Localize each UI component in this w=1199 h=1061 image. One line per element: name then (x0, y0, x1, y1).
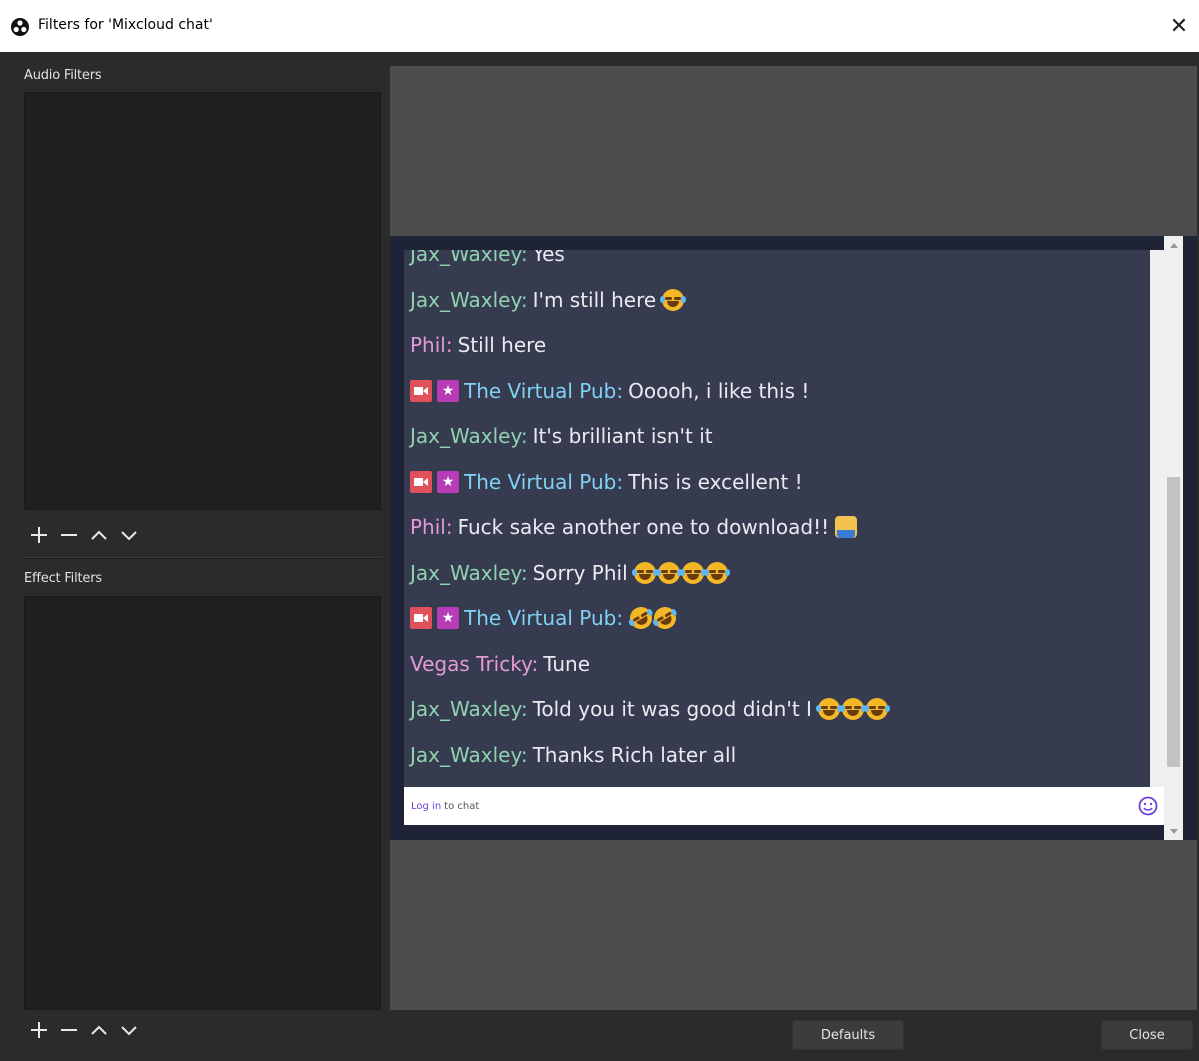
chat-username[interactable]: Jax_Waxley: (410, 424, 528, 448)
chat-message: Jax_Waxley: Thanks Rich later all (410, 737, 736, 773)
window-title: Filters for 'Mixcloud chat' (38, 17, 213, 33)
effect-filters-toolbar (24, 1013, 144, 1047)
chat-message-text: Sorry Phil (532, 560, 628, 585)
chat-message: ★ The Virtual Pub: Ooooh, i like this ! (410, 373, 809, 409)
tears-of-joy-emoji-icon (815, 698, 842, 720)
star-icon: ★ (437, 607, 459, 629)
browser-source-frame: Jax_Waxley: Yes Jax_Waxley: I'm still here P… (390, 236, 1197, 840)
rolling-laughing-emoji-icon (650, 602, 681, 634)
chat-username[interactable]: Vegas Tricky: (410, 652, 538, 676)
effect-filters-label: Effect Filters (24, 571, 102, 586)
chat-username[interactable]: Jax_Waxley: (410, 561, 528, 585)
plus-icon (31, 1022, 47, 1038)
move-down-audio-filter-button[interactable] (114, 520, 144, 550)
minus-icon (61, 534, 77, 536)
login-hint-text: to chat (444, 800, 480, 812)
add-audio-filter-button[interactable] (24, 520, 54, 550)
tears-of-joy-emoji-icon (655, 561, 682, 584)
chat-message-text: Tune (543, 651, 591, 676)
title-bar: Filters for 'Mixcloud chat' ✕ (0, 0, 1199, 52)
add-effect-filter-button[interactable] (24, 1015, 54, 1045)
chat-message-text: Yes (532, 250, 565, 266)
chat-username[interactable]: The Virtual Pub: (464, 379, 623, 403)
remove-audio-filter-button[interactable] (54, 520, 84, 550)
chat-message: ★ The Virtual Pub: This is excellent ! (410, 464, 803, 500)
chat-message: Phil: Fuck sake another one to download!! (410, 509, 858, 545)
chat-username[interactable]: Jax_Waxley: (410, 697, 528, 721)
window-close-icon[interactable]: ✕ (1165, 12, 1193, 40)
audio-filters-toolbar (24, 518, 144, 552)
move-up-audio-filter-button[interactable] (84, 520, 114, 550)
star-icon: ★ (437, 470, 459, 493)
chevron-down-icon (121, 531, 137, 541)
obs-logo-icon (11, 18, 29, 36)
tears-of-joy-emoji-icon (631, 561, 658, 584)
audio-filters-label: Audio Filters (24, 68, 102, 83)
filters-sidebar: Audio Filters Effect Filters (0, 52, 390, 1061)
source-preview: Jax_Waxley: Yes Jax_Waxley: I'm still here P… (390, 66, 1197, 1010)
chat-message: Jax_Waxley: I'm still here (410, 282, 687, 318)
chat-message: Vegas Tricky: Tune (410, 646, 590, 682)
star-icon: ★ (437, 379, 459, 402)
chat-input-bar: Log in to chat (404, 787, 1164, 825)
minus-icon (61, 1029, 77, 1031)
browser-scrollbar[interactable] (1164, 236, 1183, 840)
chat-username[interactable]: Phil: (410, 333, 453, 357)
chat-message: Phil: Still here (410, 327, 546, 363)
login-link[interactable]: Log in (411, 801, 441, 812)
chat-username[interactable]: Jax_Waxley: (410, 250, 528, 266)
chat-message-text: I'm still here (532, 287, 657, 312)
tears-of-joy-emoji-icon (863, 698, 890, 720)
chat-message-list[interactable]: Jax_Waxley: Yes Jax_Waxley: I'm still here P… (404, 250, 1164, 787)
chat-message-text: It's brilliant isn't it (532, 424, 713, 448)
chat-message: Jax_Waxley: Yes (410, 250, 565, 272)
plus-icon (31, 527, 47, 543)
chat-inner-scrollbar[interactable] (1150, 250, 1164, 787)
video-camera-icon (410, 470, 432, 493)
chevron-up-icon (91, 530, 107, 540)
chat-username[interactable]: Jax_Waxley: (410, 288, 528, 312)
effect-filters-list[interactable] (24, 596, 381, 1010)
chat-message-text: Still here (457, 333, 547, 357)
panel-splitter[interactable] (24, 557, 381, 559)
chat-message-text: Fuck sake another one to download!! (457, 515, 830, 539)
chat-message-text: This is excellent ! (628, 469, 803, 494)
move-down-effect-filter-button[interactable] (114, 1015, 144, 1045)
scrollbar-thumb[interactable] (1167, 477, 1180, 767)
chat-username[interactable]: The Virtual Pub: (464, 606, 623, 630)
chat-message: Jax_Waxley: Sorry Phil (410, 555, 730, 591)
chat-username[interactable]: Jax_Waxley: (410, 743, 528, 767)
tears-of-joy-emoji-icon (660, 288, 687, 311)
video-camera-icon (410, 379, 432, 402)
chat-message: Jax_Waxley: It's brilliant isn't it (410, 418, 713, 454)
chat-message: ★ The Virtual Pub: (410, 600, 681, 636)
scroll-up-arrow-icon[interactable] (1164, 236, 1183, 253)
tears-of-joy-emoji-icon (679, 561, 706, 584)
video-camera-icon (410, 607, 432, 629)
chat-message: Jax_Waxley: Told you it was good didn't I (410, 691, 890, 727)
chat-username[interactable]: The Virtual Pub: (464, 470, 623, 494)
move-up-effect-filter-button[interactable] (84, 1015, 114, 1045)
chat-message-text: Thanks Rich later all (532, 742, 737, 767)
tears-of-joy-emoji-icon (703, 561, 730, 584)
chat-message-text: Told you it was good didn't I (532, 697, 812, 721)
chevron-down-icon (121, 1026, 137, 1036)
emoji-picker-icon[interactable] (1138, 796, 1158, 816)
chat-message-text: Ooooh, i like this ! (628, 378, 810, 403)
rolling-laughing-emoji-icon (626, 602, 657, 634)
defaults-button[interactable]: Defaults (792, 1020, 904, 1050)
close-button[interactable]: Close (1101, 1020, 1193, 1050)
scroll-down-arrow-icon[interactable] (1164, 823, 1183, 840)
chevron-up-icon (91, 1025, 107, 1035)
chat-username[interactable]: Phil: (410, 515, 453, 539)
remove-effect-filter-button[interactable] (54, 1015, 84, 1045)
tears-of-joy-emoji-icon (839, 698, 866, 720)
facepalm-emoji-icon (835, 516, 858, 538)
audio-filters-list[interactable] (24, 92, 381, 510)
